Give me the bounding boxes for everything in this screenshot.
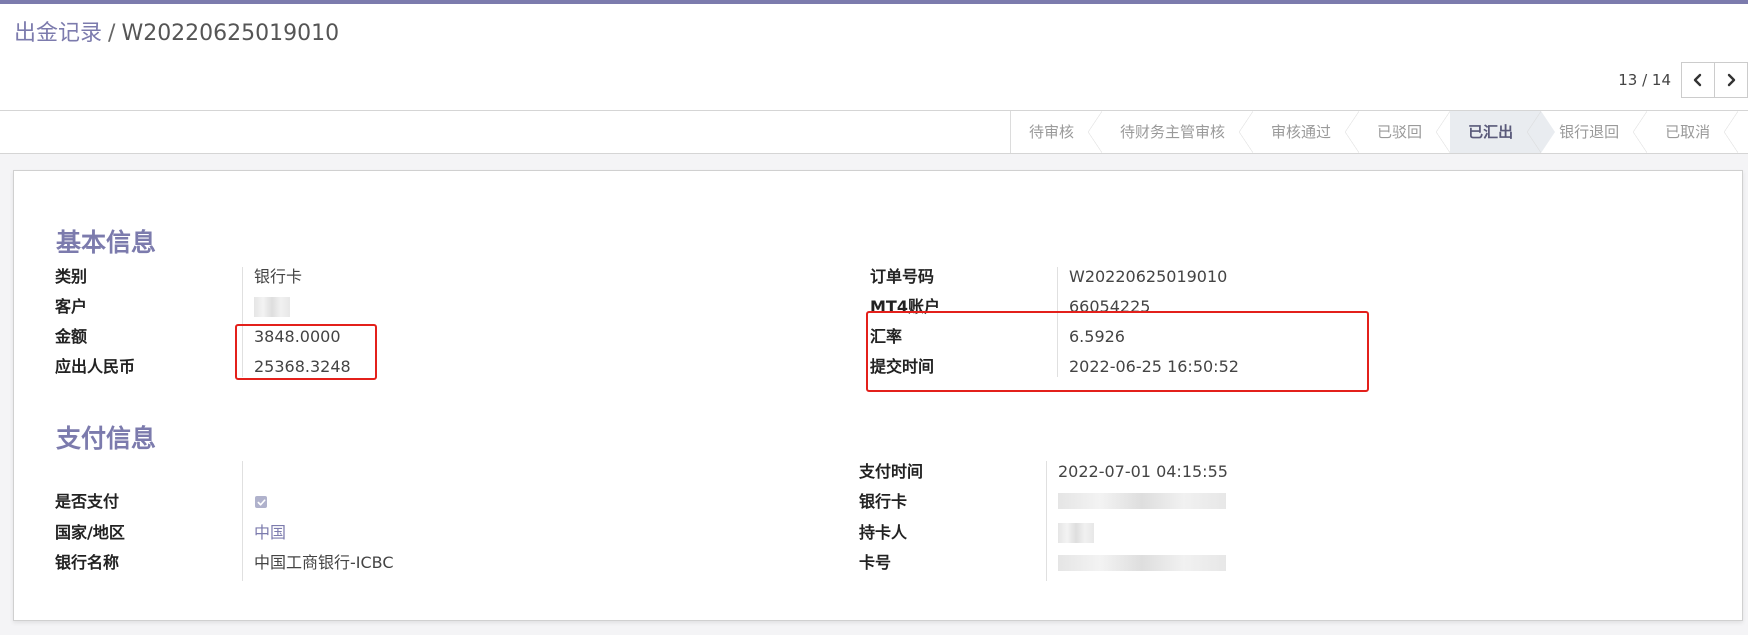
checkmark-icon	[257, 498, 265, 506]
bank-card-value-redacted[interactable]	[1058, 493, 1226, 509]
pay-time-label: 支付时间	[859, 462, 924, 481]
country-label: 国家/地区	[55, 523, 125, 542]
form-sheet: 基本信息 类别 银行卡 客户 金额 3848.0000 应出人民币 25368.…	[13, 170, 1743, 621]
is-paid-checkbox[interactable]	[255, 496, 267, 508]
stage-list: 待审核 待财务主管审核 审核通过 已驳回 已汇出 银行退回 已取消 失败	[1010, 111, 1748, 153]
category-value: 银行卡	[254, 267, 303, 286]
highlight-box-amounts	[235, 324, 377, 380]
card-number-label: 卡号	[859, 553, 892, 572]
order-number-value: W20220625019010	[1069, 267, 1228, 286]
breadcrumb-parent-link[interactable]: 出金记录	[14, 21, 102, 46]
stage-pending-review[interactable]: 待审核	[1011, 111, 1103, 153]
breadcrumb: 出金记录 / W20220625019010	[14, 18, 339, 50]
bank-name-value: 中国工商银行-ICBC	[254, 553, 394, 572]
card-number-value-redacted	[1058, 555, 1226, 571]
section-title-basic-info: 基本信息	[56, 228, 157, 257]
pay-time-value: 2022-07-01 04:15:55	[1058, 462, 1228, 481]
breadcrumb-separator: /	[108, 21, 116, 46]
customer-value-redacted[interactable]	[254, 297, 290, 317]
stage-failed[interactable]: 失败	[1738, 111, 1748, 153]
bank-card-label: 银行卡	[859, 492, 908, 511]
control-panel: 出金记录 / W20220625019010 13 / 14	[0, 4, 1748, 111]
card-holder-label: 持卡人	[859, 523, 908, 542]
pager-previous-button[interactable]	[1681, 62, 1715, 98]
divider	[1046, 461, 1047, 581]
highlight-box-rate-time	[866, 311, 1369, 392]
stage-cancelled[interactable]: 已取消	[1647, 111, 1739, 153]
stage-approved[interactable]: 审核通过	[1253, 111, 1360, 153]
stage-pending-finance-review[interactable]: 待财务主管审核	[1102, 111, 1254, 153]
stage-remitted[interactable]: 已汇出	[1450, 111, 1556, 153]
card-holder-value-redacted	[1058, 523, 1094, 543]
bank-name-label: 银行名称	[55, 553, 120, 572]
divider	[242, 461, 243, 581]
section-title-payment-info: 支付信息	[56, 424, 157, 453]
pager-value: 13 / 14	[1618, 71, 1671, 89]
is-paid-label: 是否支付	[55, 492, 120, 511]
chevron-left-icon	[1693, 73, 1702, 87]
rmb-amount-label: 应出人民币	[55, 357, 136, 376]
pager-next-button[interactable]	[1714, 62, 1748, 98]
breadcrumb-current: W20220625019010	[121, 21, 340, 46]
chevron-right-icon	[1727, 73, 1736, 87]
status-bar: 待审核 待财务主管审核 审核通过 已驳回 已汇出 银行退回 已取消 失败	[0, 111, 1748, 154]
amount-label: 金额	[55, 327, 88, 346]
stage-bank-returned[interactable]: 银行退回	[1541, 111, 1648, 153]
customer-label: 客户	[55, 297, 88, 316]
stage-rejected[interactable]: 已驳回	[1359, 111, 1451, 153]
pager: 13 / 14	[1618, 62, 1748, 98]
country-value-link[interactable]: 中国	[254, 522, 286, 544]
order-number-label: 订单号码	[870, 267, 935, 286]
category-label: 类别	[55, 267, 88, 286]
